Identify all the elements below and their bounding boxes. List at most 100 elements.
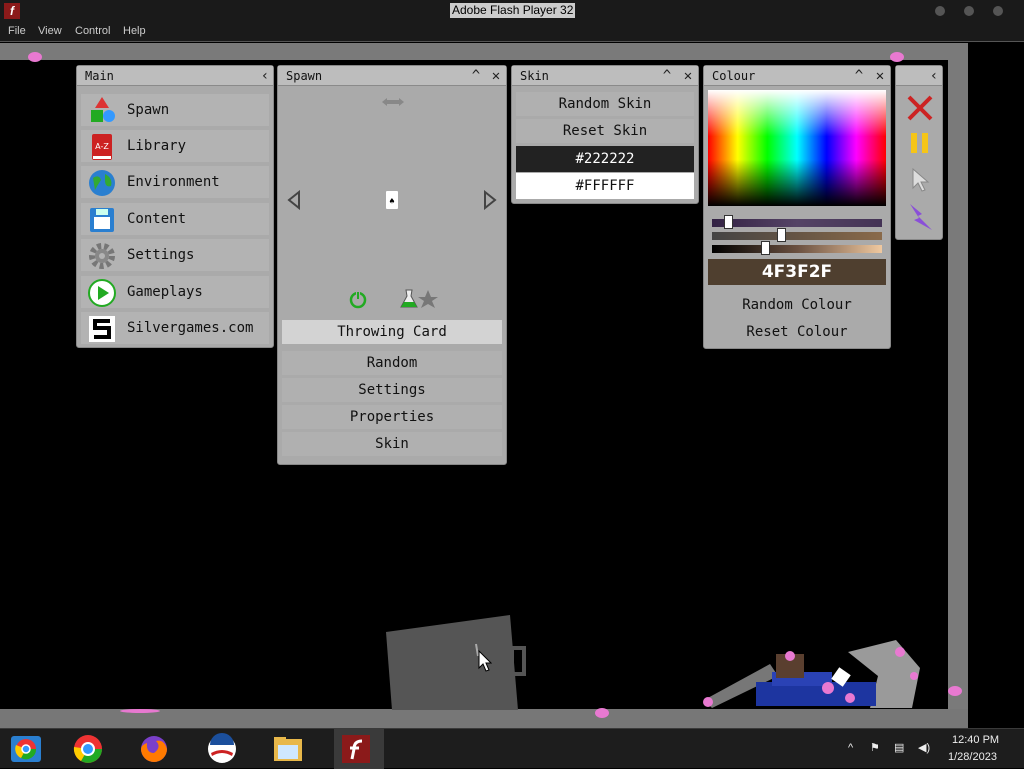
stage-ceiling [0,43,968,60]
menu-view[interactable]: View [38,25,62,37]
hue-slider[interactable] [712,219,882,227]
play-icon [88,279,116,307]
trash-bin-object[interactable] [380,610,540,712]
gear-icon [89,243,115,269]
cursor-icon[interactable] [912,168,930,192]
panel-title-text: Colour [712,69,756,83]
collapse-up-icon[interactable]: ^ [468,68,484,84]
brightness-slider[interactable] [712,245,882,253]
collapse-up-icon[interactable]: ^ [851,68,867,84]
skin-color-swatch-primary[interactable]: #222222 [516,146,694,172]
prev-arrow-icon[interactable] [286,190,302,210]
random-skin-button[interactable]: Random Skin [516,92,694,116]
minimize-button[interactable] [935,6,945,16]
main-item-environment[interactable]: Environment [81,166,269,198]
main-item-silvergames[interactable]: Silvergames.com [81,312,269,344]
close-icon[interactable]: ✕ [488,68,504,84]
clock-date[interactable]: 1/28/2023 [948,751,997,763]
main-panel-title: Main [77,66,273,86]
spawn-shapes-icon [91,97,115,122]
collapse-up-icon[interactable]: ^ [659,68,675,84]
color-spectrum-picker[interactable] [708,90,886,206]
flag-icon[interactable]: ⚑ [870,741,880,754]
spawn-random-button[interactable]: Random [282,351,502,375]
svg-text:A-Z: A-Z [95,142,109,151]
lightning-icon[interactable] [906,202,934,232]
main-item-settings[interactable]: Settings [81,239,269,271]
spawn-panel: Spawn ^ ✕ ♠ Throwing Card Random Setting… [277,65,507,465]
menu-help[interactable]: Help [123,25,146,37]
obama-logo-icon[interactable] [206,733,238,765]
maximize-button[interactable] [964,6,974,16]
paint-splat [28,52,42,62]
close-icon[interactable]: ✕ [680,68,696,84]
paint-splat [890,52,904,62]
paint-splat [120,709,160,713]
reset-colour-button[interactable]: Reset Colour [708,320,886,344]
spawn-properties-button[interactable]: Properties [282,405,502,429]
tray-expand-icon[interactable]: ^ [848,742,853,754]
pause-icon[interactable] [910,132,930,154]
file-explorer-icon[interactable] [272,733,304,765]
saturation-slider-thumb[interactable] [777,228,786,242]
main-item-spawn[interactable]: Spawn [81,94,269,126]
flip-arrows-icon[interactable] [380,96,406,108]
paint-splat [595,708,609,718]
random-colour-button[interactable]: Random Colour [708,293,886,317]
ragdoll-pile-object[interactable] [700,636,930,712]
main-item-label: Environment [127,174,220,190]
main-item-label: Spawn [127,102,170,118]
library-book-icon: A-Z [92,134,112,160]
selected-item-throwing-card[interactable]: Throwing Card [282,320,502,344]
reset-skin-button[interactable]: Reset Skin [516,119,694,143]
close-tool-icon[interactable] [906,94,934,122]
refresh-icon[interactable] [348,290,368,310]
window-title: Adobe Flash Player 32 [450,3,576,18]
panel-title-text: Skin [520,69,549,83]
collapse-left-icon[interactable]: ‹ [257,68,273,84]
panel-title-text: Spawn [286,69,323,83]
hue-slider-thumb[interactable] [724,215,733,229]
main-item-gameplays[interactable]: Gameplays [81,276,269,308]
chrome-icon[interactable] [10,733,42,765]
panel-title-text: Main [85,69,114,83]
flash-icon: f [4,3,20,19]
network-icon[interactable]: ▤ [894,741,904,754]
floppy-disk-icon [90,208,114,232]
hex-color-value[interactable]: 4F3F2F [708,259,886,285]
flask-star-icon[interactable] [400,288,440,310]
globe-icon [89,170,115,196]
next-arrow-icon[interactable] [482,190,498,210]
menu-file[interactable]: File [8,25,26,37]
colour-panel: Colour ^ ✕ 4F3F2F Random Colour Reset Co… [703,65,891,349]
throwing-card-preview-icon: ♠ [386,191,398,209]
main-item-label: Silvergames.com [127,320,254,336]
flash-player-icon[interactable] [340,733,372,765]
skin-color-swatch-secondary[interactable]: #FFFFFF [516,173,694,199]
main-item-content[interactable]: Content [81,203,269,235]
clock-time[interactable]: 12:40 PM [952,734,999,746]
main-panel: Main ‹ Spawn A-Z Library Environment Con… [76,65,274,348]
tools-panel: ‹ [895,65,943,240]
main-item-label: Gameplays [127,284,203,300]
close-button[interactable] [993,6,1003,16]
main-item-label: Content [127,211,187,227]
spawn-skin-button[interactable]: Skin [282,432,502,456]
paint-splat [948,686,962,696]
main-item-label: Settings [127,247,195,263]
silvergames-logo-icon [89,316,115,342]
volume-icon[interactable]: ◀) [918,741,930,754]
saturation-slider[interactable] [712,232,882,240]
firefox-icon[interactable] [138,733,170,765]
spawn-settings-button[interactable]: Settings [282,378,502,402]
collapse-left-icon[interactable]: ‹ [926,68,942,84]
close-icon[interactable]: ✕ [872,68,888,84]
window-titlebar: f Adobe Flash Player 32 [0,0,1024,22]
brightness-slider-thumb[interactable] [761,241,770,255]
menu-control[interactable]: Control [75,25,110,37]
svg-text:♠: ♠ [389,197,394,207]
chrome-icon[interactable] [72,733,104,765]
skin-panel: Skin ^ ✕ Random Skin Reset Skin #222222 … [511,65,699,204]
taskbar: ^ ⚑ ▤ ◀) 12:40 PM 1/28/2023 [0,728,1024,769]
main-item-library[interactable]: A-Z Library [81,130,269,162]
